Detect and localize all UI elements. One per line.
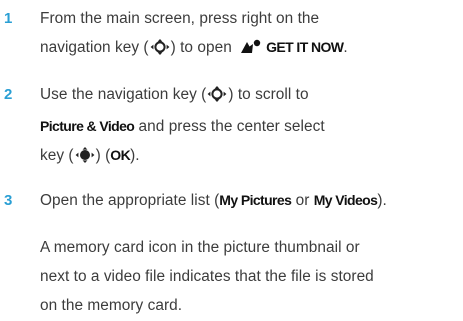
step-text: From the main screen, press right on the… xyxy=(40,4,459,65)
note-line: on the memory card. xyxy=(40,297,183,314)
text-fragment: key ( xyxy=(40,147,74,164)
note-line: A memory card icon in the picture thumbn… xyxy=(40,239,360,256)
text-fragment: Open the appropriate list ( xyxy=(40,192,220,209)
text-fragment: ) to scroll to xyxy=(228,86,309,103)
step-text: Use the navigation key ( ) to scroll to P… xyxy=(40,80,459,173)
step-line: navigation key ( ) to open GET IT NOW. xyxy=(40,33,459,65)
text-fragment: . xyxy=(343,39,348,56)
get-it-now-label: GET IT NOW xyxy=(266,39,344,55)
note-text: A memory card icon in the picture thumbn… xyxy=(40,233,459,320)
step-line: Use the navigation key ( ) to scroll to xyxy=(40,80,459,112)
my-videos-label: My Videos xyxy=(313,192,378,208)
step-line: Open the appropriate list (My Pictures o… xyxy=(40,186,459,215)
ok-label: OK xyxy=(110,147,131,163)
step-line: key ( ) (OK). xyxy=(40,141,459,173)
step-number: 1 xyxy=(4,10,13,27)
text-fragment: navigation key ( xyxy=(40,39,149,56)
navigation-key-icon xyxy=(207,83,227,112)
picture-video-label: Picture & Video xyxy=(40,118,135,134)
text-fragment: and press the center select xyxy=(134,118,325,135)
text-fragment: ) ( xyxy=(95,147,111,164)
text-fragment: ). xyxy=(130,147,140,164)
step-line: Picture & Video and press the center sel… xyxy=(40,112,459,141)
step-number: 3 xyxy=(4,192,13,209)
text-fragment: ) to open xyxy=(170,39,237,56)
my-pictures-label: My Pictures xyxy=(219,192,292,208)
step-number: 2 xyxy=(4,86,13,103)
get-it-now-icon xyxy=(240,35,262,64)
step-line: From the main screen, press right on the xyxy=(40,10,320,27)
note-line: next to a video file indicates that the … xyxy=(40,268,374,285)
text-fragment: ). xyxy=(377,192,387,209)
center-select-key-icon xyxy=(75,144,95,173)
step-text: Open the appropriate list (My Pictures o… xyxy=(40,186,459,215)
text-fragment: Use the navigation key ( xyxy=(40,86,207,103)
navigation-key-icon xyxy=(150,36,170,65)
text-fragment: or xyxy=(291,192,314,209)
